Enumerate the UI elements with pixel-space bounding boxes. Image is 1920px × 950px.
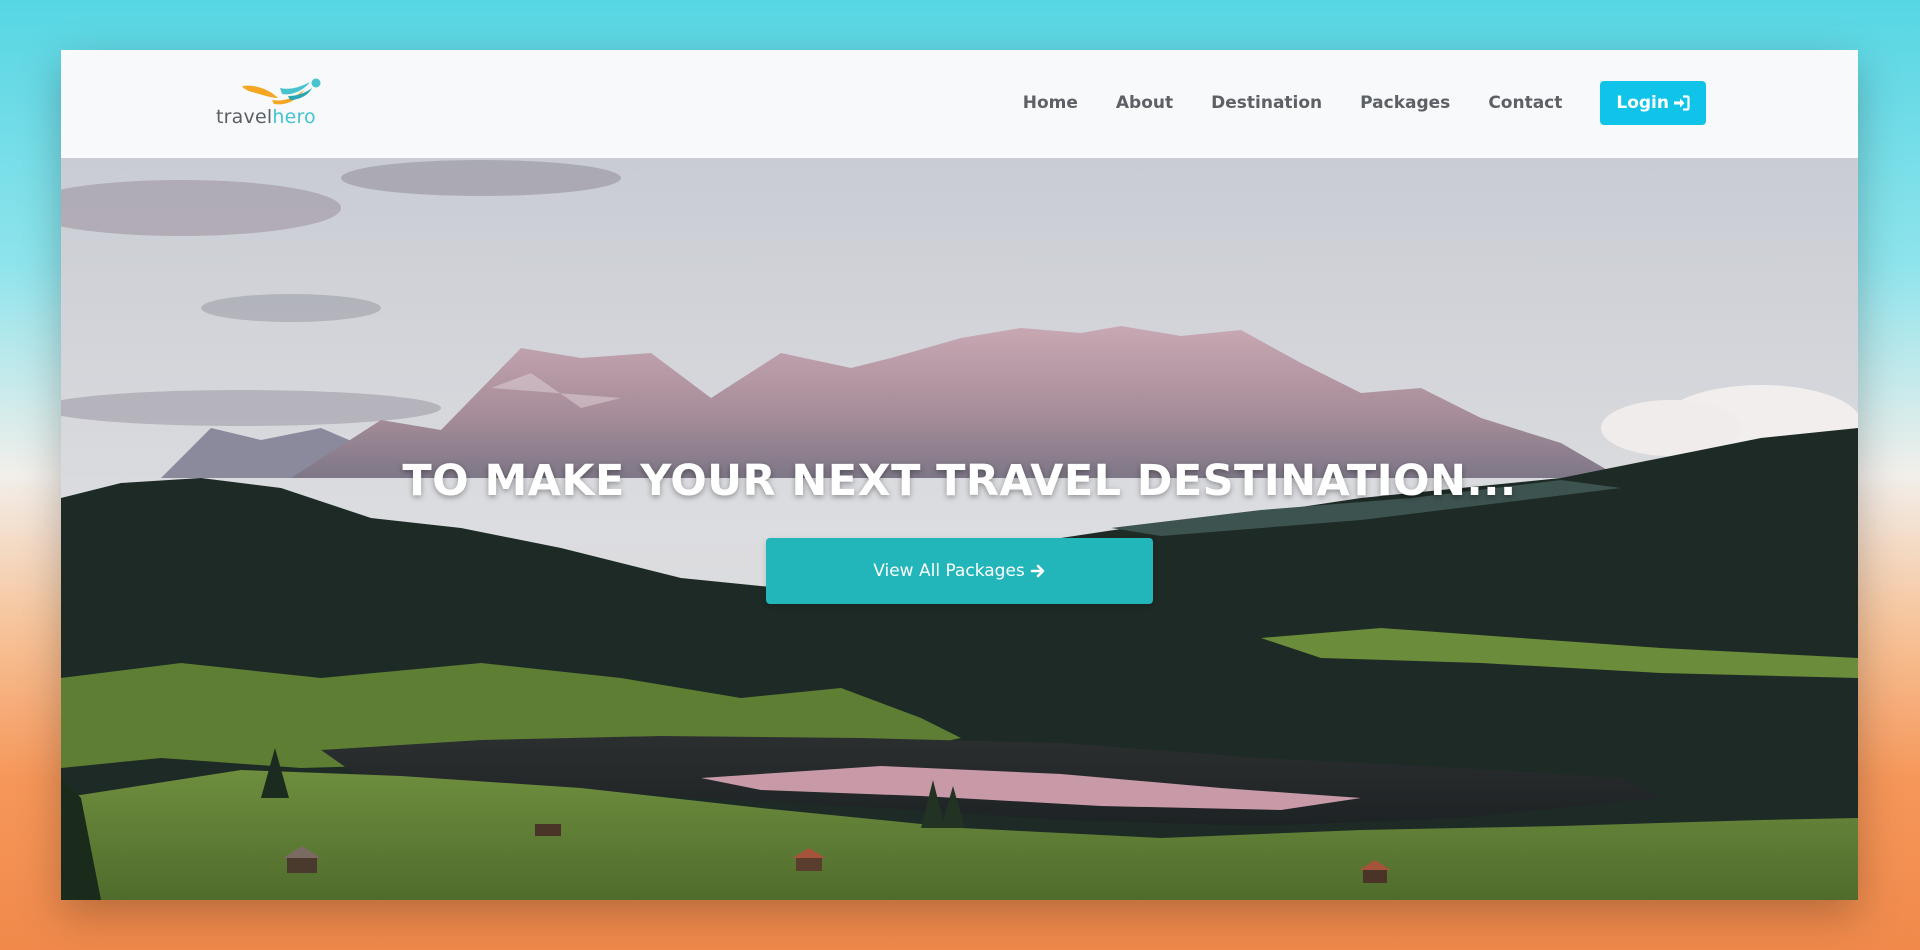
view-all-packages-label: View All Packages bbox=[873, 561, 1025, 581]
logo[interactable]: travelhero bbox=[216, 78, 366, 130]
navbar: travelhero Home About Destination Packag… bbox=[61, 50, 1858, 159]
hero-section: TO MAKE YOUR NEXT TRAVEL DESTINATION... … bbox=[61, 158, 1858, 900]
arrow-right-icon bbox=[1030, 564, 1045, 578]
nav-contact[interactable]: Contact bbox=[1488, 81, 1562, 125]
browser-frame: travelhero Home About Destination Packag… bbox=[61, 50, 1858, 900]
sign-in-icon bbox=[1674, 95, 1690, 111]
hero-title: TO MAKE YOUR NEXT TRAVEL DESTINATION... bbox=[402, 456, 1517, 506]
nav-packages[interactable]: Packages bbox=[1360, 81, 1450, 125]
view-all-packages-button[interactable]: View All Packages bbox=[766, 538, 1153, 604]
login-button-label: Login bbox=[1616, 93, 1669, 113]
nav-destination[interactable]: Destination bbox=[1211, 81, 1322, 125]
nav-about[interactable]: About bbox=[1116, 81, 1173, 125]
logo-text: travelhero bbox=[216, 106, 316, 128]
nav-home[interactable]: Home bbox=[1023, 81, 1078, 125]
login-button[interactable]: Login bbox=[1600, 81, 1706, 125]
logo-text-hero: hero bbox=[272, 106, 316, 128]
logo-text-travel: travel bbox=[216, 106, 273, 128]
hero-landscape-image bbox=[61, 158, 1858, 900]
main-nav: Home About Destination Packages Contact … bbox=[1023, 81, 1706, 125]
